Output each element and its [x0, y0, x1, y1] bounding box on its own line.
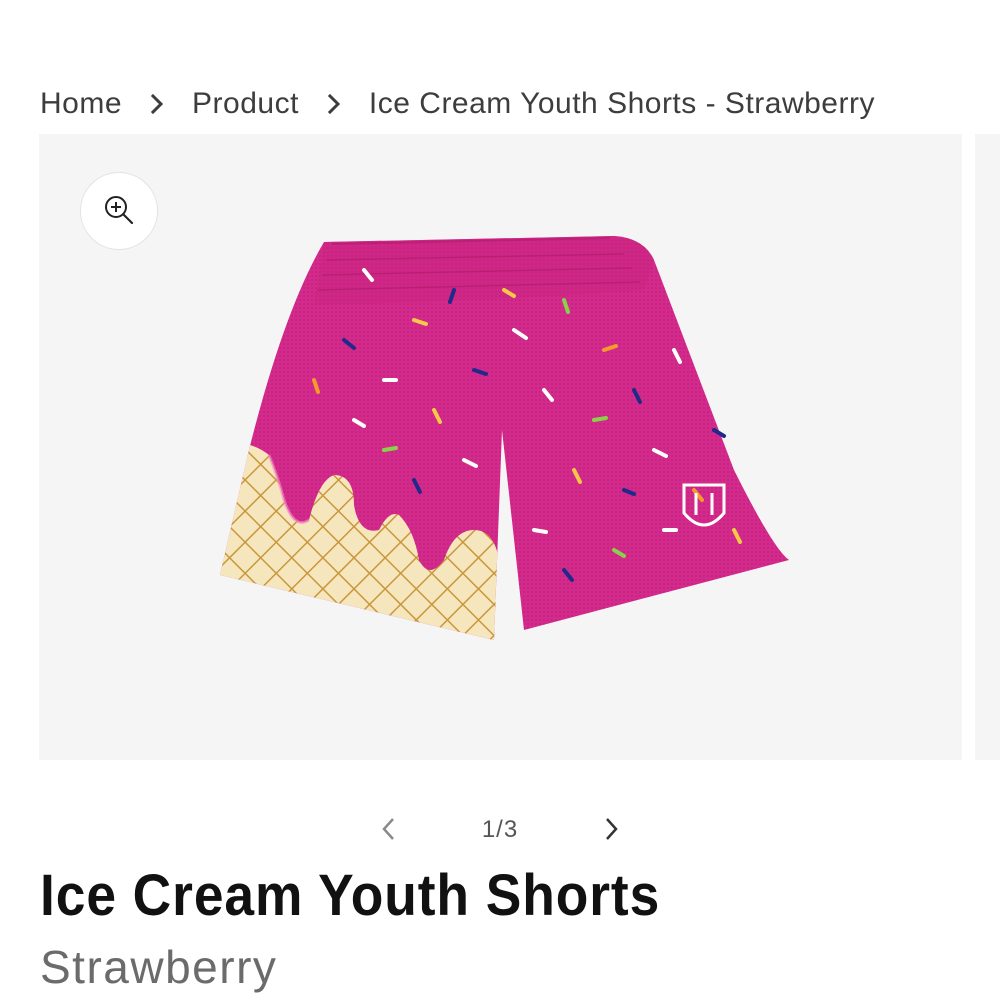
zoom-in-icon — [102, 193, 136, 230]
product-variant: Strawberry — [40, 941, 278, 993]
breadcrumb-current: Ice Cream Youth Shorts - Strawberry — [368, 87, 875, 120]
breadcrumb-product[interactable]: Product — [192, 87, 299, 121]
breadcrumb-home[interactable]: Home — [40, 87, 122, 121]
gallery-pagination: 1/3 — [360, 808, 640, 852]
product-title: Ice Cream Youth Shorts — [40, 863, 661, 928]
gallery-prev-button[interactable] — [360, 808, 416, 852]
gallery-counter: 1/3 — [481, 816, 519, 843]
breadcrumb: Home Product Ice Cream Youth Shorts - St… — [40, 84, 875, 124]
product-image[interactable] — [214, 230, 794, 640]
gallery-next-button[interactable] — [584, 808, 640, 852]
zoom-button[interactable] — [80, 172, 158, 250]
product-page: Home Product Ice Cream Youth Shorts - St… — [0, 0, 1000, 1000]
chevron-right-icon — [122, 93, 192, 115]
product-gallery-next-slide[interactable] — [975, 134, 1000, 760]
chevron-left-icon — [380, 816, 396, 845]
chevron-right-icon — [299, 93, 369, 115]
chevron-right-icon — [604, 816, 620, 845]
